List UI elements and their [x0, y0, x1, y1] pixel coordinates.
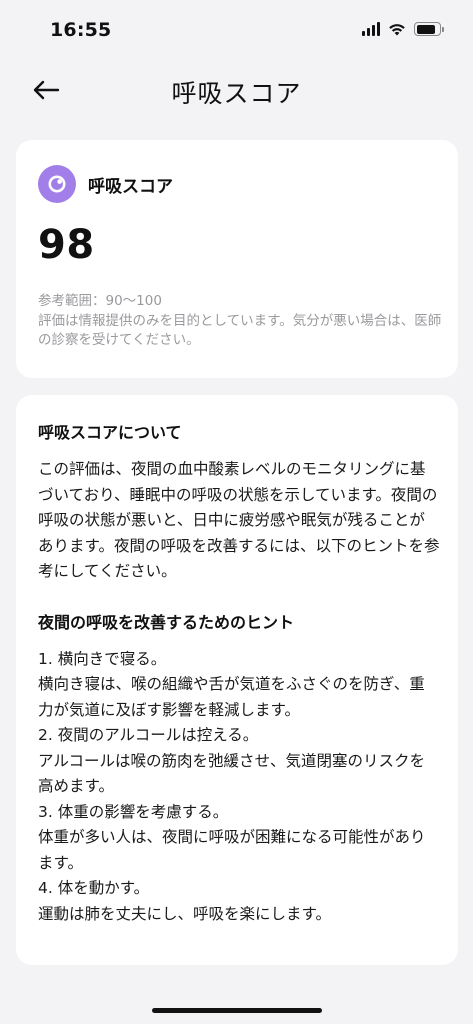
tip-title: 3. 体重の影響を考慮する。	[38, 802, 229, 821]
score-label: 呼吸スコア	[88, 176, 173, 197]
status-time: 16:55	[50, 19, 112, 41]
battery-icon	[414, 22, 444, 36]
tip-text: 横向き寝は、喉の組織や舌が気道をふさぐのを防ぎ、重力が気道に及ぼす影響を軽減しま…	[38, 675, 425, 719]
status-bar: 16:55	[0, 0, 473, 60]
tips-heading: 夜間の呼吸を改善するためのヒント	[38, 612, 295, 632]
info-card: 呼吸スコアについて この評価は、夜間の血中酸素レベルのモニタリングに基づいており…	[16, 395, 458, 965]
moon-icon	[38, 165, 76, 203]
tip-text: 運動は肺を丈夫にし、呼吸を楽にします。	[38, 904, 331, 923]
about-heading: 呼吸スコアについて	[38, 423, 182, 442]
tip-title: 2. 夜間のアルコールは控える。	[38, 726, 259, 744]
score-value: 98	[38, 222, 95, 268]
reference-range: 参考範囲：90～100	[38, 293, 162, 309]
info-body: 呼吸スコアについて この評価は、夜間の血中酸素レベルのモニタリングに基づいており…	[38, 421, 440, 927]
cellular-signal-icon	[362, 22, 380, 36]
tip-text: アルコールは喉の筋肉を弛緩させ、気道閉塞のリスクを高めます。	[38, 751, 426, 796]
status-icons	[362, 22, 444, 36]
page-title: 呼吸スコア	[171, 79, 302, 108]
score-notes: 参考範囲：90～100 評価は情報提供のみを目的としています。気分が悪い場合は、…	[38, 292, 443, 351]
about-text: この評価は、夜間の血中酸素レベルのモニタリングに基づいており、睡眠中の呼吸の状態…	[38, 460, 440, 580]
tips-list: 1. 横向きで寝る。 横向き寝は、喉の組織や舌が気道をふさぐのを防ぎ、重力が気道…	[38, 647, 440, 928]
score-card: 呼吸スコア 98 参考範囲：90～100 評価は情報提供のみを目的としています。…	[16, 140, 458, 378]
wifi-icon	[389, 24, 405, 36]
tip-text: 体重が多い人は、夜間に呼吸が困難になる可能性があります。	[38, 828, 426, 872]
tip-title: 4. 体を動かす。	[38, 879, 150, 897]
disclaimer: 評価は情報提供のみを目的としています。気分が悪い場合は、医師の診察を受けてくださ…	[38, 312, 442, 349]
score-header: 呼吸スコア	[38, 165, 173, 203]
nav-bar: 呼吸スコア	[0, 62, 473, 116]
tip-title: 1. 横向きで寝る。	[38, 649, 167, 668]
home-indicator	[152, 1008, 322, 1013]
